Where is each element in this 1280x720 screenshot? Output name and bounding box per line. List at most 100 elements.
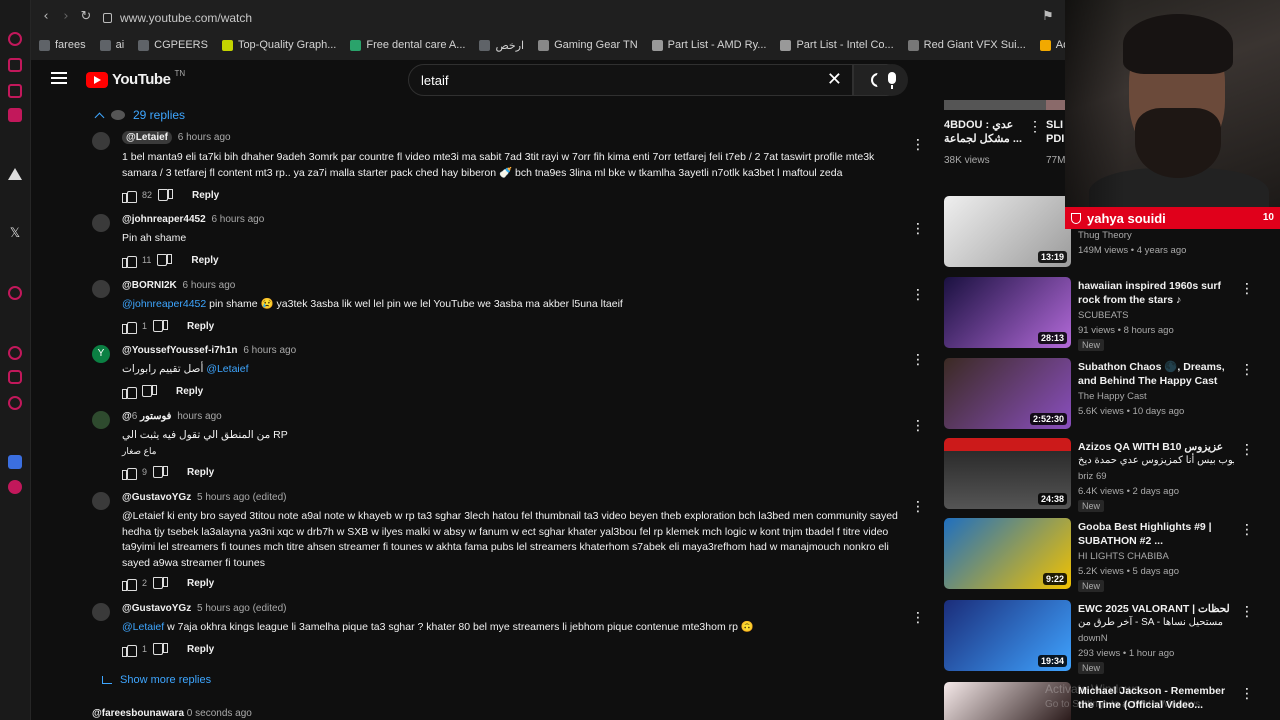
comment-time[interactable]: 6 hours ago xyxy=(183,280,236,291)
comment-time[interactable]: 6 hours ago xyxy=(211,214,264,225)
reply-button[interactable]: Reply xyxy=(187,644,214,655)
comment-author[interactable]: @GustavoYGz xyxy=(122,492,191,503)
video-title[interactable]: Subathon Chaos 🌑, Dreams, and Behind The… xyxy=(1078,360,1234,388)
video-thumbnail[interactable]: 19:34 xyxy=(944,600,1071,671)
bookmark-item[interactable]: Part List - Intel Co... xyxy=(780,39,894,51)
like-icon[interactable] xyxy=(122,643,137,657)
address-bar[interactable]: www.youtube.com/watch xyxy=(103,9,252,27)
like-icon[interactable] xyxy=(122,385,137,399)
channel-name[interactable]: SCUBEATS xyxy=(1078,310,1129,321)
channel-name[interactable]: briz 69 xyxy=(1078,471,1107,482)
bookmark-item[interactable]: CGPEERS xyxy=(138,39,208,51)
more-actions-icon[interactable]: ⋮ xyxy=(1028,118,1042,135)
more-actions-icon[interactable]: ⋮ xyxy=(1240,281,1254,297)
related-video[interactable]: 28:13 hawaiian inspired 1960s surf rock … xyxy=(944,277,1264,355)
channel-name[interactable]: Thug Theory xyxy=(1078,230,1132,241)
menu-icon[interactable] xyxy=(51,72,67,84)
app-icon-5[interactable] xyxy=(8,168,22,180)
bookmark-item[interactable]: AddMeFast - FB P... xyxy=(1039,39,1065,51)
avatar[interactable] xyxy=(92,132,110,150)
reply-button[interactable]: Reply xyxy=(187,578,214,589)
related-video[interactable]: 2:52:30 Subathon Chaos 🌑, Dreams, and Be… xyxy=(944,358,1264,436)
youtube-logo[interactable]: YouTube TN xyxy=(86,69,185,88)
app-icon-4[interactable] xyxy=(8,108,22,122)
video-thumbnail[interactable]: 13:19 xyxy=(944,196,1071,267)
dislike-icon[interactable] xyxy=(153,466,169,478)
more-actions-icon[interactable]: ⋮ xyxy=(1240,442,1254,458)
mention-link[interactable]: @Letaief xyxy=(206,363,248,375)
channel-name[interactable]: HI LIGHTS CHABIBA xyxy=(1078,551,1169,562)
more-actions-icon[interactable]: ⋮ xyxy=(1240,686,1254,702)
related-video[interactable]: 9:22 Gooba Best Highlights #9 | SUBATHON… xyxy=(944,518,1264,596)
avatar[interactable] xyxy=(92,411,110,429)
comment-author[interactable]: @GustavoYGz xyxy=(122,603,191,614)
video-title[interactable]: hawaiian inspired 1960s surf rock from t… xyxy=(1078,279,1234,307)
bookmark-item[interactable]: Free dental care A... xyxy=(350,39,465,51)
back-icon[interactable]: ‹ xyxy=(39,10,53,24)
forward-icon[interactable]: › xyxy=(59,10,73,24)
more-actions-icon[interactable] xyxy=(911,418,925,435)
bookmark-item[interactable]: Top-Quality Graph... xyxy=(221,39,336,51)
extension-icon[interactable]: ⚑ xyxy=(1041,10,1055,24)
app-icon-11[interactable] xyxy=(8,455,22,469)
comment-author[interactable]: @Letaief xyxy=(122,131,172,144)
video-thumbnail[interactable]: 24:38 xyxy=(944,438,1071,509)
comment-author[interactable]: @johnreaper4452 xyxy=(122,214,206,225)
voice-search-button[interactable] xyxy=(876,64,908,96)
like-icon[interactable] xyxy=(122,466,137,480)
app-icon-9[interactable] xyxy=(8,370,22,384)
dislike-icon[interactable] xyxy=(157,254,173,266)
more-actions-icon[interactable] xyxy=(911,610,925,627)
bookmark-item[interactable]: farees xyxy=(39,39,86,51)
reply-button[interactable]: Reply xyxy=(187,467,214,478)
show-more-replies-button[interactable]: Show more replies xyxy=(102,674,211,686)
dislike-icon[interactable] xyxy=(153,577,169,589)
video-title[interactable]: EWC 2025 VALORANT | لحظات آخر طرق من - S… xyxy=(1078,602,1234,630)
bookmark-item[interactable]: Part List - AMD Ry... xyxy=(651,39,766,51)
related-title[interactable]: SLI PDI xyxy=(1046,118,1066,146)
video-thumbnail[interactable]: 2:52:30 xyxy=(944,358,1071,429)
more-actions-icon[interactable] xyxy=(911,287,925,304)
x-icon[interactable]: 𝕏 xyxy=(8,226,22,240)
video-thumbnail[interactable]: 9:22 xyxy=(944,518,1071,589)
thumbnail-partial-2[interactable] xyxy=(1046,100,1066,110)
more-actions-icon[interactable]: ⋮ xyxy=(1240,362,1254,378)
app-icon-7[interactable] xyxy=(8,286,22,300)
avatar[interactable] xyxy=(92,214,110,232)
more-actions-icon[interactable]: ⋮ xyxy=(1240,522,1254,538)
gear-icon[interactable] xyxy=(8,396,22,410)
more-actions-icon[interactable] xyxy=(911,221,925,238)
bookmark-item[interactable]: ارخص xyxy=(479,39,524,52)
dislike-icon[interactable] xyxy=(142,385,157,397)
comment-author[interactable]: @fareesbounawara xyxy=(92,708,184,719)
related-video[interactable]: 24:38 Azizos QA WITH B10 عزيزوس يوب بيس … xyxy=(944,438,1264,516)
comment-time[interactable]: 5 hours ago (edited) xyxy=(197,492,287,503)
comment-time[interactable]: 5 hours ago (edited) xyxy=(197,603,287,614)
app-icon-2[interactable] xyxy=(8,58,22,72)
avatar[interactable] xyxy=(92,492,110,510)
reply-button[interactable]: Reply xyxy=(176,386,203,397)
avatar[interactable]: Y xyxy=(92,345,110,363)
comment-time[interactable]: 0 seconds ago xyxy=(187,708,252,719)
more-actions-icon[interactable] xyxy=(911,352,925,369)
related-title[interactable]: 4BDOU : عدي مشكل لجماعة ... xyxy=(944,118,1024,146)
hide-replies-toggle[interactable]: 29 replies xyxy=(94,108,185,122)
video-title[interactable]: Gooba Best Highlights #9 | SUBATHON #2 .… xyxy=(1078,520,1234,548)
dislike-icon[interactable] xyxy=(153,643,169,655)
video-thumbnail[interactable]: 28:13 xyxy=(944,277,1071,348)
clear-search-icon[interactable]: ✕ xyxy=(827,71,842,89)
comment-author[interactable]: @فوستور xyxy=(122,411,171,422)
comment-author[interactable]: @YoussefYoussef-i7h1n xyxy=(122,345,238,356)
app-icon-1[interactable] xyxy=(8,32,22,46)
bookmark-item[interactable]: Red Giant VFX Sui... xyxy=(907,39,1026,51)
clock-icon[interactable] xyxy=(8,346,22,360)
comment-time[interactable]: 6 hours ago xyxy=(178,132,231,143)
like-icon[interactable] xyxy=(122,189,137,203)
avatar[interactable] xyxy=(92,603,110,621)
more-actions-icon[interactable]: ⋮ xyxy=(1240,604,1254,620)
like-icon[interactable] xyxy=(122,577,137,591)
reply-button[interactable]: Reply xyxy=(187,321,214,332)
dislike-icon[interactable] xyxy=(153,320,169,332)
bookmark-item[interactable]: Gaming Gear TN xyxy=(538,39,638,51)
search-input[interactable]: letaif ✕ xyxy=(408,64,853,96)
